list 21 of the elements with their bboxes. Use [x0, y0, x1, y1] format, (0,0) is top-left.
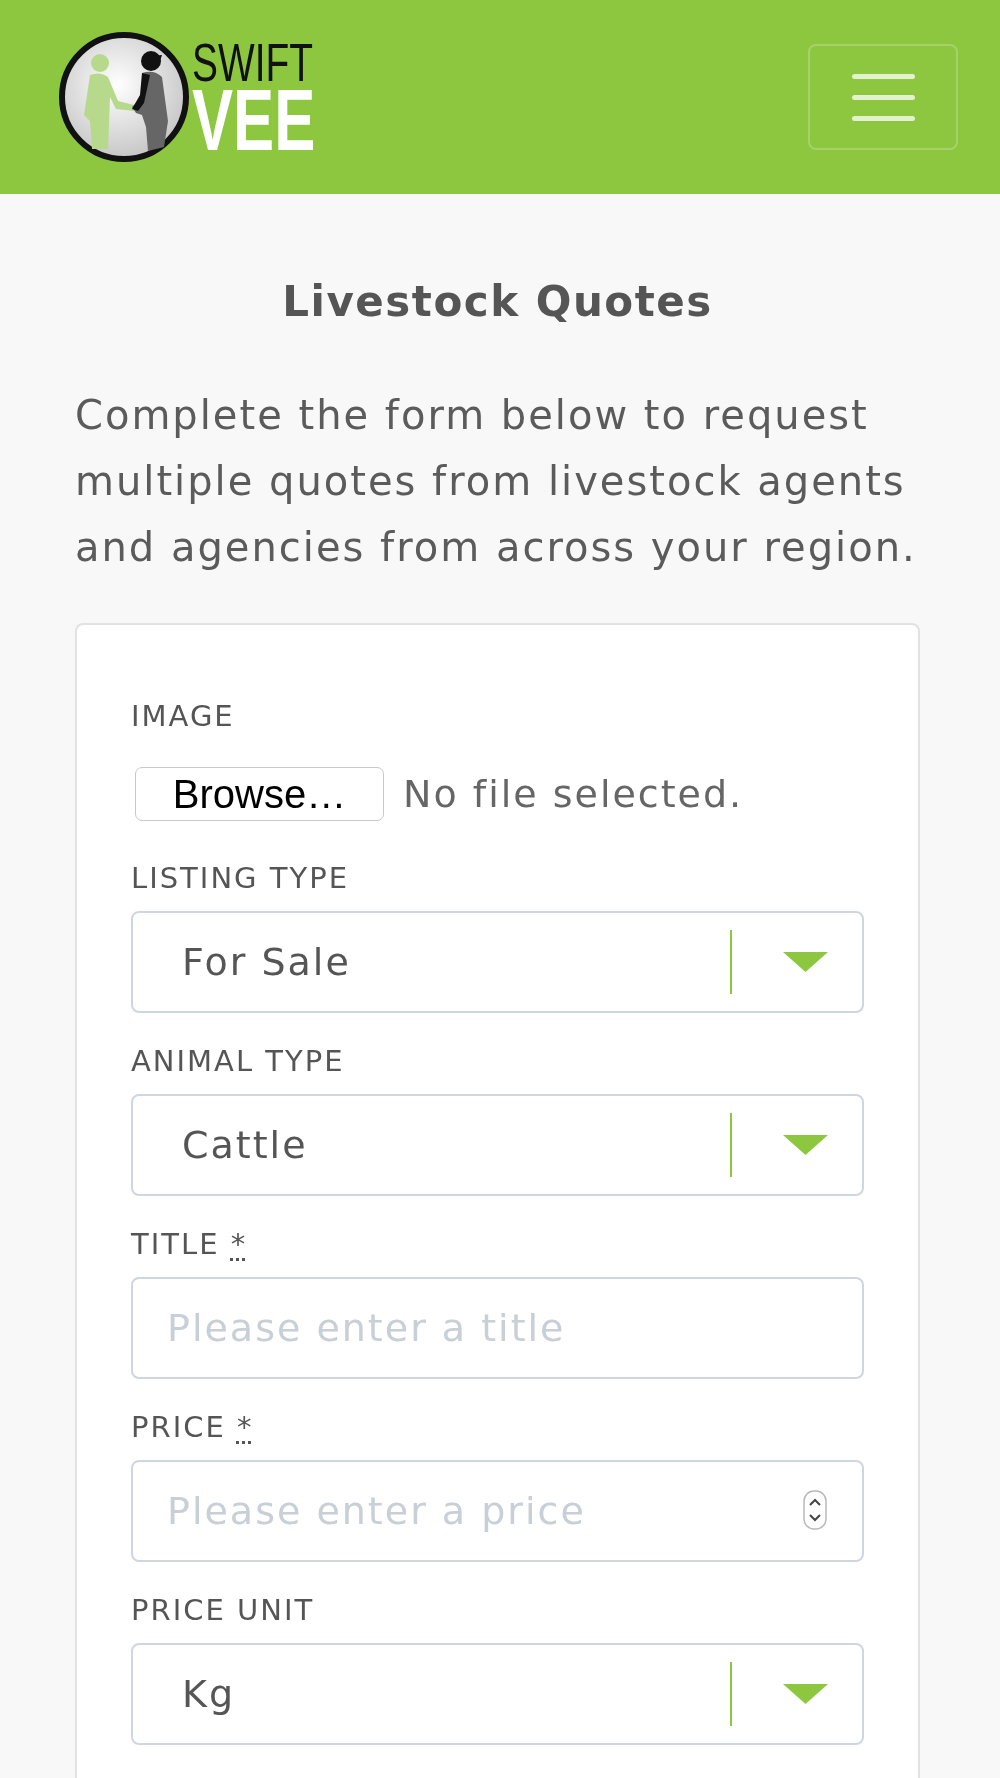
field-label: PRICE * [131, 1409, 254, 1446]
logo-text: SWIFT [192, 40, 313, 84]
dropdown[interactable]: Kg [131, 1643, 864, 1745]
field-label: IMAGE [131, 698, 235, 735]
file-status-text: No file selected. [403, 772, 744, 816]
browse-button[interactable]: Browse… [135, 767, 384, 821]
dropdown[interactable]: Cattle [131, 1094, 864, 1196]
field-label: PRICE UNIT [131, 1592, 315, 1629]
caret-icon [783, 1135, 828, 1155]
field-label: ANIMAL TYPE [131, 1043, 345, 1080]
dropdown[interactable]: For Sale [131, 911, 864, 1013]
stepper-icon[interactable] [803, 1490, 827, 1530]
field-label: LISTING TYPE [131, 860, 349, 897]
intro-text: Complete the form below to request multiple quotes from livestock agents and agencies from across your region. [75, 391, 918, 572]
field-label: TITLE * [131, 1226, 248, 1263]
caret-icon [783, 952, 828, 972]
menu-icon [851, 73, 915, 121]
caret-icon [783, 1684, 828, 1704]
handshake-icon [58, 31, 190, 163]
logo-text: VEE [192, 86, 316, 154]
page-title: Livestock Quotes [281, 278, 714, 326]
